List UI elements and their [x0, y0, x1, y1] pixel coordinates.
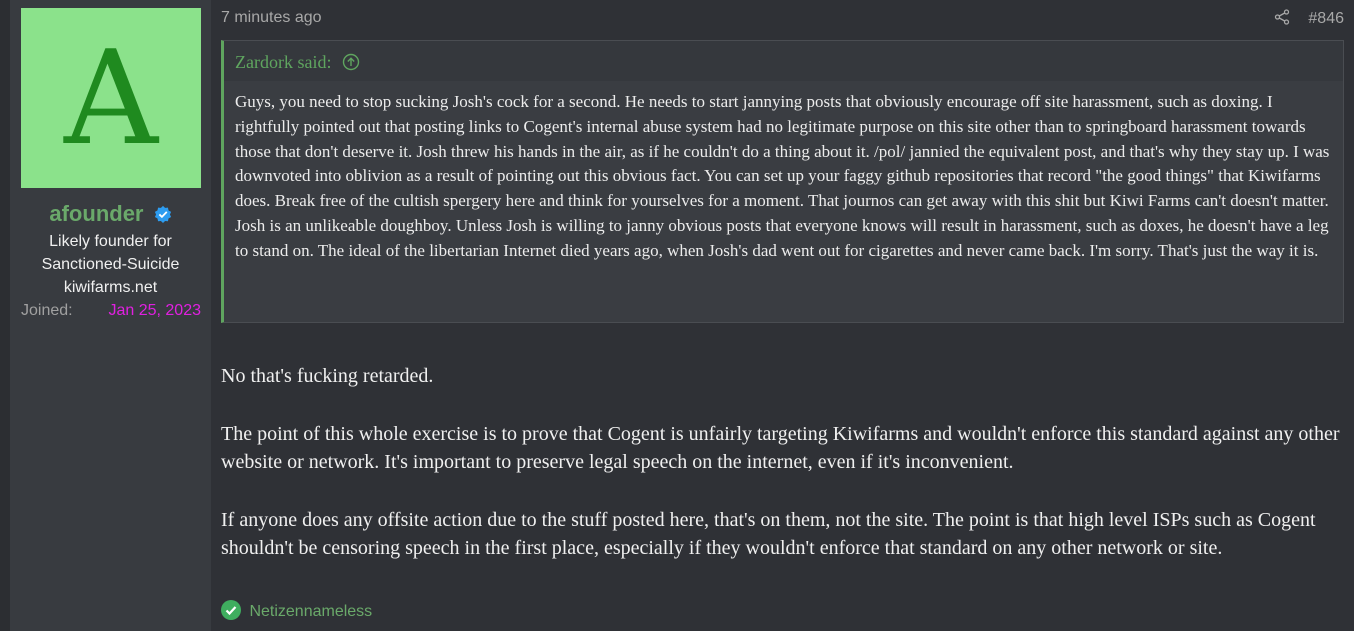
post-number[interactable]: #846 [1308, 10, 1344, 27]
message-content: No that's fucking retarded. The point of… [221, 362, 1347, 592]
post-meta: 7 minutes ago #846 [221, 9, 1344, 27]
user-title-line: Likely founder for [49, 233, 172, 250]
post-actions: #846 [1274, 9, 1344, 28]
message-paragraph: The point of this whole exercise is to p… [221, 423, 1340, 473]
joined-field: Joined: Jan 25, 2023 [21, 302, 201, 320]
user-title-line: Sanctioned-Suicide [41, 256, 180, 273]
quote-header: Zardork said: [224, 41, 1343, 81]
quote-author[interactable]: Zardork said: [235, 52, 331, 72]
message-paragraph: If anyone does any offsite action due to… [221, 509, 1316, 559]
post-timestamp[interactable]: 7 minutes ago [221, 9, 322, 26]
avatar[interactable]: A [21, 8, 201, 188]
verified-badge-icon [154, 206, 171, 224]
quote-text: Guys, you need to stop sucking Josh's co… [235, 92, 1330, 260]
user-title: Likely founder for Sanctioned-Suicide ki… [10, 230, 211, 299]
post-body: 7 minutes ago #846 Zardork said: Guys, y… [211, 0, 1354, 631]
jump-to-quote-icon[interactable] [342, 53, 360, 71]
avatar-letter: A [64, 22, 158, 174]
user-info-pane: A afounder Likely founder for Sanctioned… [10, 0, 211, 631]
joined-label: Joined: [21, 302, 73, 319]
reactions-bar[interactable]: Netizennameless [221, 600, 372, 621]
quote-block: Zardork said: Guys, you need to stop suc… [221, 40, 1344, 323]
check-reaction-icon [221, 600, 241, 620]
message-paragraph: No that's fucking retarded. [221, 365, 434, 387]
left-strip [0, 0, 10, 631]
reaction-user[interactable]: Netizennameless [249, 603, 372, 620]
username-link[interactable]: afounder [49, 201, 143, 227]
joined-date: Jan 25, 2023 [108, 302, 201, 319]
user-title-line: kiwifarms.net [63, 279, 158, 296]
share-icon[interactable] [1274, 9, 1290, 25]
username-row: afounder [10, 200, 211, 227]
